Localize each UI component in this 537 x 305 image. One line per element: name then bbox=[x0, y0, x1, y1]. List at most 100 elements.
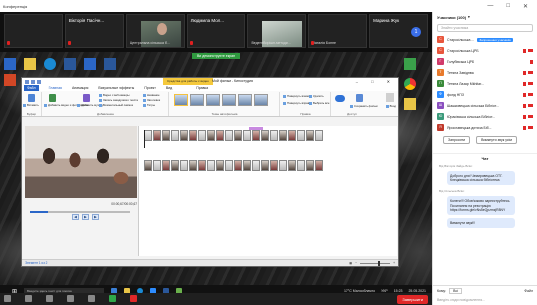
folder-icon[interactable] bbox=[404, 98, 416, 110]
select-all-button[interactable]: Выбрать все bbox=[309, 101, 329, 105]
file-button[interactable]: Файл bbox=[524, 289, 533, 293]
clip-1[interactable] bbox=[144, 130, 323, 144]
tab-view[interactable]: Вид bbox=[166, 86, 172, 90]
zoom-slider[interactable] bbox=[360, 260, 391, 266]
invite-badge[interactable]: Запрошення учасників bbox=[477, 37, 513, 42]
chevron-down-icon[interactable]: ▾ bbox=[468, 15, 470, 19]
redo-icon[interactable] bbox=[37, 79, 41, 84]
credits-button[interactable]: Титры bbox=[143, 103, 155, 107]
video-tile[interactable]: Марина Жук 1 bbox=[369, 14, 429, 48]
clip-frame bbox=[261, 130, 269, 141]
powerpoint-icon[interactable] bbox=[4, 74, 16, 86]
seek-bar[interactable] bbox=[30, 211, 130, 213]
video-tile[interactable]: ВедентВирішн-методи... bbox=[247, 14, 307, 48]
participant-row[interactable]: Ф фонд НПЗ bbox=[433, 89, 537, 100]
word-icon[interactable] bbox=[64, 58, 76, 70]
automovie-theme[interactable] bbox=[238, 94, 252, 106]
add-music-icon[interactable] bbox=[83, 94, 90, 102]
desktop-app-icon[interactable] bbox=[404, 58, 416, 70]
delete-button[interactable]: Удалить bbox=[309, 94, 324, 98]
onedrive-icon[interactable] bbox=[335, 95, 345, 102]
tab-project[interactable]: Проект bbox=[144, 86, 156, 90]
recipient-select[interactable]: Всі bbox=[449, 288, 463, 294]
maximize-button[interactable]: □ bbox=[506, 3, 510, 10]
participant-search-input[interactable]: Знайти учасника bbox=[437, 24, 533, 32]
automovie-theme[interactable] bbox=[206, 94, 220, 106]
mute-button[interactable] bbox=[4, 295, 11, 303]
next-frame-icon[interactable]: ▶ bbox=[92, 214, 99, 220]
play-icon[interactable]: ▶ bbox=[82, 214, 89, 220]
automovie-theme[interactable] bbox=[174, 94, 188, 106]
clip-2[interactable] bbox=[144, 160, 323, 174]
participant-row[interactable]: Г Голубівська ЦРБ bbox=[433, 56, 537, 67]
desktop-app-icon[interactable] bbox=[84, 58, 96, 70]
zoom-thumb[interactable] bbox=[378, 260, 381, 266]
chat-button[interactable] bbox=[88, 295, 95, 303]
more-participants-badge[interactable]: 1 bbox=[411, 27, 422, 37]
rotate-right-button[interactable]: Повернуть вправо bbox=[283, 101, 311, 105]
zoom-in-icon[interactable]: + bbox=[393, 261, 395, 265]
paste-button[interactable]: Вставить bbox=[23, 103, 39, 107]
automovie-theme[interactable] bbox=[222, 94, 236, 106]
video-button[interactable] bbox=[25, 295, 32, 303]
tab-home[interactable]: Главная bbox=[49, 86, 62, 90]
add-video-icon[interactable] bbox=[49, 94, 56, 102]
mute-all-button[interactable]: Вимкнути звук усім bbox=[476, 136, 517, 144]
zoom-out-icon[interactable]: − bbox=[355, 261, 357, 265]
end-meeting-button[interactable]: Завершити bbox=[397, 294, 428, 304]
video-tile[interactable]: Вікторія Пасічн... bbox=[64, 14, 124, 48]
mm-window-controls[interactable]: – □ ✕ bbox=[356, 78, 396, 85]
storyboard-view-icon[interactable]: ▦ bbox=[349, 261, 352, 265]
desktop-app-icon[interactable] bbox=[4, 58, 16, 70]
save-quick-icon[interactable] bbox=[25, 79, 29, 84]
storyboard[interactable] bbox=[138, 126, 397, 256]
participant-row[interactable]: С Старосільська ЦРБ bbox=[433, 45, 537, 56]
security-button[interactable] bbox=[46, 295, 53, 303]
save-movie-button[interactable]: Сохранить фильм bbox=[350, 104, 378, 108]
video-tile[interactable]: Центральна сільська б... bbox=[125, 14, 185, 48]
previous-frame-icon[interactable]: ◀ bbox=[72, 214, 79, 220]
user-icon[interactable] bbox=[386, 93, 394, 102]
webcam-video-button[interactable]: Видео с веб-камеры bbox=[99, 93, 130, 97]
signin-button[interactable]: Вход bbox=[386, 104, 396, 108]
minimize-button[interactable]: — bbox=[487, 3, 493, 10]
tab-visual-effects[interactable]: Визуальные эффекты bbox=[98, 86, 134, 90]
chat-input[interactable]: Введіть сюди повідомлення... bbox=[437, 298, 533, 302]
record-narration-button[interactable]: Запись закадрового текста bbox=[99, 98, 138, 102]
participant-row[interactable]: Ш Шашковецька сільська Бібліот... bbox=[433, 100, 537, 111]
video-tile[interactable]: Людмила Мол... bbox=[186, 14, 246, 48]
playhead[interactable] bbox=[144, 130, 145, 148]
video-tools-context-tab[interactable]: Средства для работы с видео bbox=[163, 78, 213, 85]
video-tile[interactable] bbox=[4, 14, 63, 48]
caption-marker[interactable] bbox=[249, 127, 263, 130]
invite-button[interactable]: Запросити bbox=[443, 136, 471, 144]
word-icon[interactable] bbox=[104, 58, 116, 70]
participant-row[interactable]: Ю Юрасівська сільська Бібліот... bbox=[433, 111, 537, 122]
participant-row[interactable]: С Старосільська ... Запрошення учасників bbox=[433, 34, 537, 45]
participants-button[interactable] bbox=[67, 295, 74, 303]
automovie-theme[interactable] bbox=[190, 94, 204, 106]
folder-icon[interactable] bbox=[24, 58, 36, 70]
video-tile[interactable]: Наталія Бонне bbox=[308, 14, 368, 48]
participant-row[interactable]: Т Тетяна Завіднюк bbox=[433, 67, 537, 78]
camera-off-icon bbox=[528, 92, 533, 96]
share-button[interactable] bbox=[109, 295, 116, 303]
title-button[interactable]: Название bbox=[143, 93, 160, 97]
share-banner: Ви демонструєте екран bbox=[94, 53, 338, 59]
snapshot-button[interactable]: Моментальный снимок bbox=[99, 103, 133, 107]
participant-row[interactable]: Я Ярославецька дитяча Біб... bbox=[433, 122, 537, 133]
rotate-left-button[interactable]: Повернуть влево bbox=[283, 94, 309, 98]
group-label: Правка bbox=[300, 112, 311, 116]
paste-icon[interactable] bbox=[28, 94, 35, 102]
browser-icon[interactable] bbox=[44, 58, 56, 70]
save-movie-icon[interactable] bbox=[356, 94, 363, 102]
record-button[interactable] bbox=[130, 295, 137, 303]
automovie-theme[interactable] bbox=[254, 94, 268, 106]
tab-edit[interactable]: Правка bbox=[196, 86, 208, 90]
tab-animation[interactable]: Анимация bbox=[72, 86, 88, 90]
chrome-icon[interactable] bbox=[404, 78, 416, 90]
participant-row[interactable]: П Тетяна Лазар Mkhitar... bbox=[433, 78, 537, 89]
caption-button[interactable]: Заголовок bbox=[143, 98, 160, 102]
close-button[interactable]: ✕ bbox=[523, 3, 528, 10]
undo-icon[interactable] bbox=[31, 79, 35, 84]
